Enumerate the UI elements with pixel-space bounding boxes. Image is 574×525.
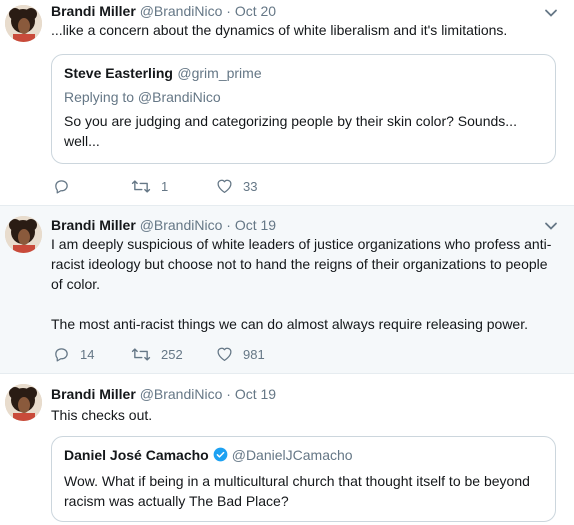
tweet-text: ...like a concern about the dynamics of … (51, 22, 508, 38)
timestamp[interactable]: Oct 19 (235, 217, 276, 233)
tweet-actions: 14 252 981 (51, 346, 351, 366)
quoted-text: Wow. What if being in a multicultural ch… (64, 473, 530, 509)
like-count: 33 (243, 178, 258, 194)
reply-icon (55, 348, 68, 362)
retweet-icon (131, 180, 151, 193)
like-button[interactable]: 981 (216, 346, 265, 362)
chevron-down-icon[interactable] (544, 219, 558, 233)
quoted-text: So you are judging and categorizing peop… (64, 113, 517, 149)
timestamp[interactable]: Oct 20 (235, 3, 276, 19)
separator-dot: · (226, 3, 231, 19)
author-name[interactable]: Brandi Miller (51, 386, 136, 402)
chevron-down-icon[interactable] (544, 6, 558, 20)
avatar[interactable] (5, 5, 42, 42)
avatar[interactable] (5, 216, 42, 253)
retweet-icon (131, 348, 151, 361)
author-name[interactable]: Brandi Miller (51, 3, 136, 19)
verified-icon (213, 447, 228, 462)
quoted-author-name: Steve Easterling (64, 65, 173, 81)
tweet-text: This checks out. (51, 407, 153, 423)
timestamp[interactable]: Oct 19 (235, 386, 276, 402)
tweet-3[interactable]: Brandi Miller @BrandiNico · Oct 19 This … (0, 374, 574, 525)
like-button[interactable]: 33 (216, 178, 257, 194)
like-count: 981 (243, 346, 265, 362)
reply-icon (55, 180, 68, 194)
quoted-author-name: Daniel José Camacho (64, 447, 209, 463)
retweet-button[interactable]: 252 (131, 346, 183, 363)
author-name[interactable]: Brandi Miller (51, 217, 136, 233)
reply-button[interactable]: 14 (53, 346, 94, 363)
separator-dot: · (226, 217, 231, 233)
reply-count: 14 (80, 347, 95, 362)
quoted-tweet[interactable]: Daniel José Camacho @DanielJCamacho Wow. … (51, 436, 556, 522)
reply-button[interactable] (53, 178, 80, 195)
tweet-actions: 1 33 (51, 178, 351, 198)
retweet-count: 252 (161, 347, 183, 362)
author-handle[interactable]: @BrandiNico (140, 3, 223, 19)
like-icon (217, 179, 232, 194)
tweet-text: I am deeply suspicious of white leaders … (51, 236, 552, 292)
tweet-header: Brandi Miller @BrandiNico · Oct 19 (51, 386, 276, 402)
tweet-2[interactable]: Brandi Miller @BrandiNico · Oct 19 I am … (0, 206, 574, 374)
like-icon (217, 347, 232, 362)
tweet-1[interactable]: Brandi Miller @BrandiNico · Oct 20 ...li… (0, 0, 574, 206)
quoted-author-handle: @grim_prime (177, 65, 262, 81)
quoted-author-handle: @DanielJCamacho (231, 447, 353, 463)
author-handle[interactable]: @BrandiNico (140, 386, 223, 402)
author-handle[interactable]: @BrandiNico (140, 217, 223, 233)
retweet-count: 1 (161, 179, 169, 194)
quoted-tweet[interactable]: Steve Easterling @grim_prime Replying to… (51, 54, 556, 164)
tweet-header: Brandi Miller @BrandiNico · Oct 20 (51, 3, 276, 19)
retweet-button[interactable]: 1 (131, 178, 168, 195)
avatar[interactable] (5, 384, 42, 421)
tweet-header: Brandi Miller @BrandiNico · Oct 19 (51, 217, 276, 233)
separator-dot: · (226, 386, 231, 402)
replying-to: Replying to @BrandiNico (64, 89, 221, 105)
tweet-text-paragraph-2: The most anti-racist things we can do al… (51, 316, 528, 332)
